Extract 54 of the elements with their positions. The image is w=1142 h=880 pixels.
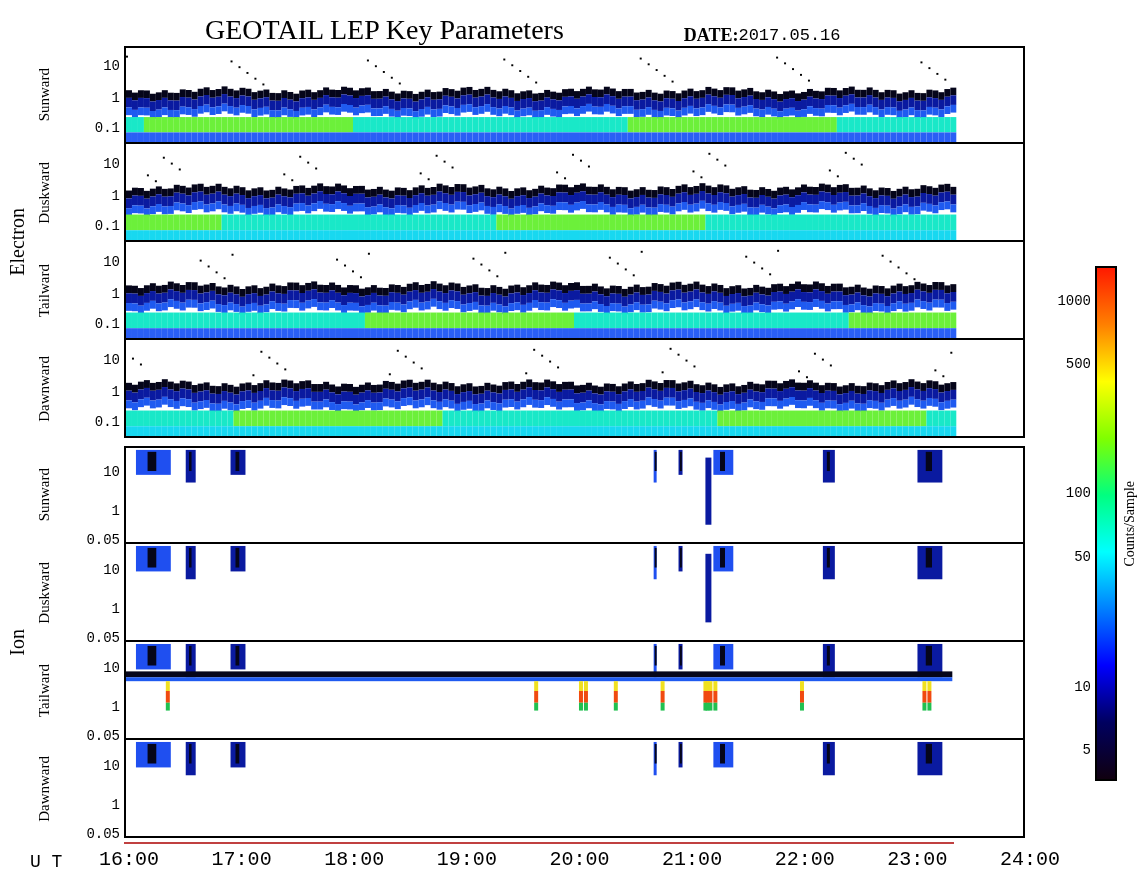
axis-tick-label: 10	[103, 254, 120, 269]
colorbar-tick-label: 5	[1082, 743, 1091, 758]
axis-tick-label: 10	[103, 352, 120, 367]
axis-tick-label: 10	[103, 58, 120, 73]
colorbar-tick-label: 500	[1065, 356, 1091, 371]
axis-tick-label: 10	[103, 759, 120, 774]
date-label: DATE:	[683, 26, 739, 44]
colorbar-title: Counts/Sample	[1121, 480, 1138, 567]
axis-tick-label: 20:00	[549, 850, 610, 870]
axis-tick-label: 1	[111, 503, 120, 518]
group-label: Ion	[5, 628, 29, 656]
axis-tick-label: 1	[111, 699, 120, 714]
axis-tick-label: 24:00	[1000, 850, 1060, 870]
chart-title: GEOTAIL LEP Key Parameters	[205, 16, 564, 44]
axis-tick-label: 0.1	[94, 121, 120, 136]
axis-tick-label: 0.05	[86, 729, 120, 744]
panel-label: Duskward	[34, 562, 53, 624]
axis-tick-label: 16:00	[99, 850, 159, 870]
colorbar-tick-label: 10	[1074, 679, 1091, 694]
colorbar-tick-label: 1000	[1057, 294, 1091, 308]
axis-tick-label: 10	[103, 465, 120, 480]
axis-tick-label: 0.1	[94, 415, 120, 430]
axis-tick-label: 1	[111, 286, 120, 301]
axis-tick-label: 10	[103, 661, 120, 676]
axis-tick-label: 0.05	[86, 631, 120, 646]
axis-tick-label: 1	[111, 384, 120, 399]
axis-tick-label: 18:00	[324, 850, 385, 870]
axis-tick-label: 17:00	[211, 850, 272, 870]
panel-label: Sunward	[34, 468, 53, 522]
date-value: 2017.05.16	[738, 27, 841, 44]
axis-tick-label: 0.1	[94, 317, 120, 332]
axis-tick-label: 0.05	[86, 827, 120, 842]
panel-label: Tailward	[34, 664, 53, 718]
panel-label: Duskward	[34, 162, 53, 224]
axis-tick-label: 1	[111, 797, 120, 812]
panel-label: Dawnward	[34, 756, 53, 822]
group-label: Electron	[5, 208, 29, 276]
axis-tick-label: 1	[111, 188, 120, 203]
axis-tick-label: 22:00	[774, 850, 835, 870]
axis-tick-label: 1	[111, 90, 120, 105]
axis-tick-label: 0.05	[86, 533, 120, 548]
panel-label: Sunward	[34, 68, 53, 122]
panel-label: Dawnward	[34, 356, 53, 422]
colorbar-tick-label: 50	[1074, 549, 1091, 564]
axis-tick-label: 19:00	[436, 850, 497, 870]
panel-label: Tailward	[34, 264, 53, 318]
colorbar-tick-label: 100	[1065, 485, 1091, 500]
axis-tick-label: 10	[103, 563, 120, 578]
axis-tick-label: 0.1	[94, 219, 120, 234]
axis-tick-label: 1	[111, 601, 120, 616]
axis-tick-label: 21:00	[662, 850, 723, 870]
axis-tick-label: 10	[103, 156, 120, 171]
axis-label: U T	[29, 850, 64, 874]
axis-tick-label: 23:00	[887, 850, 948, 870]
